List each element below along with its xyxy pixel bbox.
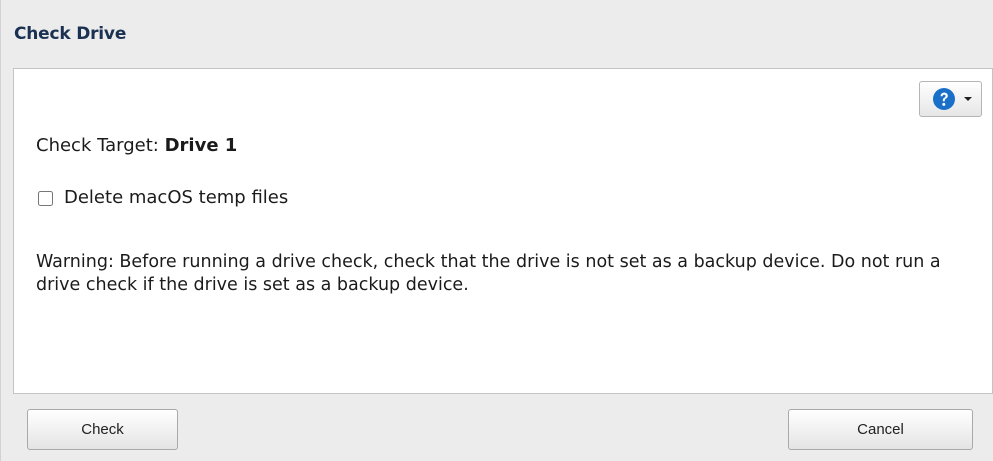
check-target-value: Drive 1 [164,135,238,156]
help-dropdown-button[interactable] [919,81,982,117]
dialog-title: Check Drive [14,24,127,44]
caret-down-icon [964,97,972,101]
delete-macos-temp-label[interactable]: Delete macOS temp files [64,187,288,208]
cancel-button[interactable]: Cancel [788,409,973,450]
warning-message: Warning: Before running a drive check, c… [36,252,941,295]
check-target-label: Check Target: [36,135,159,156]
dialog-titlebar: Check Drive [1,0,993,66]
dialog-content: Check Target: Drive 1 Delete macOS temp … [13,68,993,394]
check-drive-dialog: Check Drive Check Target: Drive 1 Delete… [0,0,993,461]
check-target-row: Check Target: Drive 1 [36,135,237,156]
check-button[interactable]: Check [27,409,178,450]
question-circle-icon [933,88,955,110]
delete-macos-temp-checkbox[interactable] [38,191,53,206]
